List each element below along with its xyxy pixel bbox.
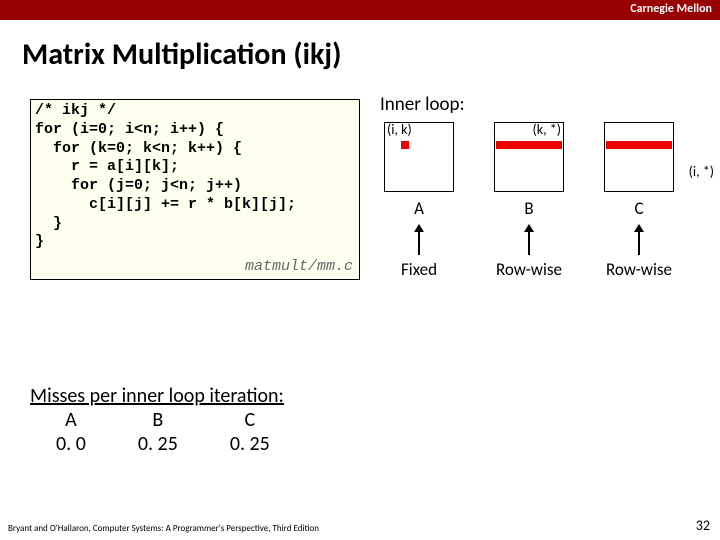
code-box: /* ikj */ for (i=0; i<n; i++) { for (k=0… [30,99,360,280]
marker-A [401,141,409,149]
code-text: /* ikj */ for (i=0; i<n; i++) { for (k=0… [35,102,296,250]
matrix-C-col: C Row-wise [598,122,680,280]
arrow-B [528,225,530,255]
miss-val-A: 0. 0 [30,432,112,456]
coord-B: (k, *) [533,121,562,138]
miss-col-B: B [112,408,204,432]
mode-B: Row-wise [496,259,562,280]
page-number: 32 [696,517,710,534]
miss-col-C: C [204,408,296,432]
marker-B [496,141,562,149]
matname-A: A [414,198,424,219]
misses-table: A B C 0. 0 0. 25 0. 25 [30,408,296,456]
miss-val-C: 0. 25 [204,432,296,456]
brand-bar: Carnegie Mellon [0,0,720,20]
misses-block: Misses per inner loop iteration: A B C 0… [30,384,296,456]
matrix-A: (i, k) [384,122,454,192]
arrow-A [418,225,420,255]
brand-text: Carnegie Mellon [630,2,712,16]
matname-C: C [634,198,643,219]
coord-A: (i, k) [387,121,412,138]
misses-heading: Misses per inner loop iteration: [30,384,296,408]
matrix-B-col: (k, *) B Row-wise [488,122,570,280]
miss-col-A: A [30,408,112,432]
mode-A: Fixed [401,259,437,280]
matrix-C [604,122,674,192]
coord-C: (i, *) [689,163,714,180]
footer-citation: Bryant and O'Hallaron, Computer Systems:… [8,523,319,534]
slide-title: Matrix Multiplication (ikj) [0,20,720,83]
code-filename: matmult/mm.c [245,258,353,277]
arrow-C [638,225,640,255]
matname-B: B [524,198,533,219]
miss-val-B: 0. 25 [112,432,204,456]
diagram-title: Inner loop: [380,93,700,116]
matrix-B: (k, *) [494,122,564,192]
content-area: /* ikj */ for (i=0; i<n; i++) { for (k=0… [0,83,720,280]
matrix-A-col: (i, k) A Fixed [378,122,460,280]
diagram: Inner loop: (i, k) A Fixed (k, *) B Row-… [378,93,700,280]
marker-C [606,141,672,149]
mode-C: Row-wise [606,259,672,280]
